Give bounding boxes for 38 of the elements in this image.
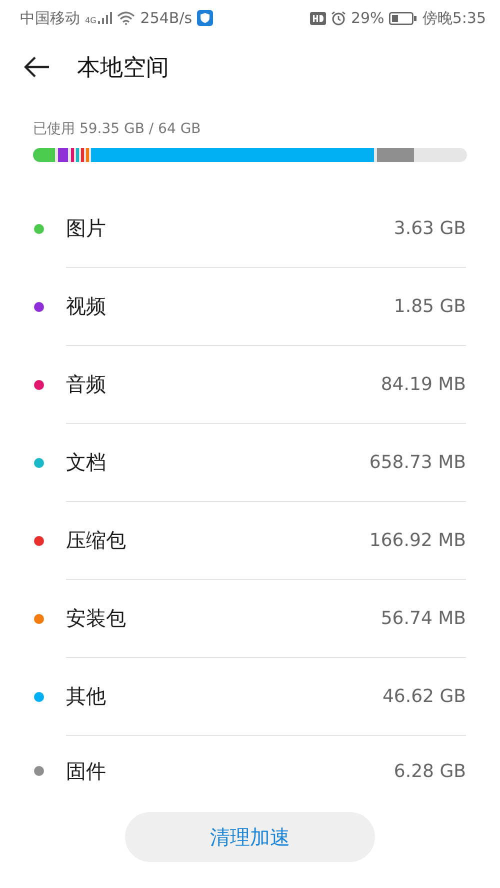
category-name: 视频 (66, 293, 106, 320)
network-type: 4G (85, 16, 96, 24)
storage-used-label: 已使用 59.35 GB / 64 GB (33, 120, 202, 138)
category-name: 安装包 (66, 605, 126, 632)
back-arrow-icon[interactable] (24, 56, 50, 78)
category-size: 46.62 GB (382, 686, 466, 707)
category-name: 固件 (66, 758, 106, 784)
category-size: 3.63 GB (394, 218, 466, 239)
category-item[interactable]: 图片 3.63 GB (0, 190, 500, 268)
category-item[interactable]: 文档 658.73 MB (0, 424, 500, 502)
hd-icon (310, 12, 326, 24)
category-item[interactable]: 安装包 56.74 MB (0, 580, 500, 658)
page-title: 本地空间 (77, 54, 169, 82)
category-name: 图片 (66, 215, 106, 242)
category-item[interactable]: 压缩包 166.92 MB (0, 502, 500, 580)
category-size: 166.92 MB (369, 530, 466, 551)
carrier-name: 中国移动 (20, 8, 80, 28)
wifi-icon (117, 11, 136, 25)
alarm-icon (330, 10, 346, 26)
category-item[interactable]: 固件 6.28 GB (0, 736, 500, 806)
category-name: 文档 (66, 449, 106, 476)
category-size: 56.74 MB (380, 608, 466, 629)
signal-icon (98, 12, 112, 24)
category-name: 压缩包 (66, 527, 126, 554)
category-name: 音频 (66, 371, 106, 398)
category-item[interactable]: 其他 46.62 GB (0, 658, 500, 736)
clock-time: 傍晚5:35 (422, 8, 486, 28)
category-name: 其他 (66, 683, 106, 710)
battery-percent: 29% (350, 9, 384, 27)
category-size: 1.85 GB (394, 296, 466, 317)
shield-icon (197, 10, 214, 26)
category-item[interactable]: 视频 1.85 GB (0, 268, 500, 346)
category-size: 84.19 MB (380, 374, 466, 395)
network-speed: 254B/s (140, 9, 192, 27)
category-size: 658.73 MB (369, 452, 466, 473)
category-item[interactable]: 音频 84.19 MB (0, 346, 500, 424)
battery-icon (389, 12, 418, 24)
category-size: 6.28 GB (394, 760, 466, 782)
